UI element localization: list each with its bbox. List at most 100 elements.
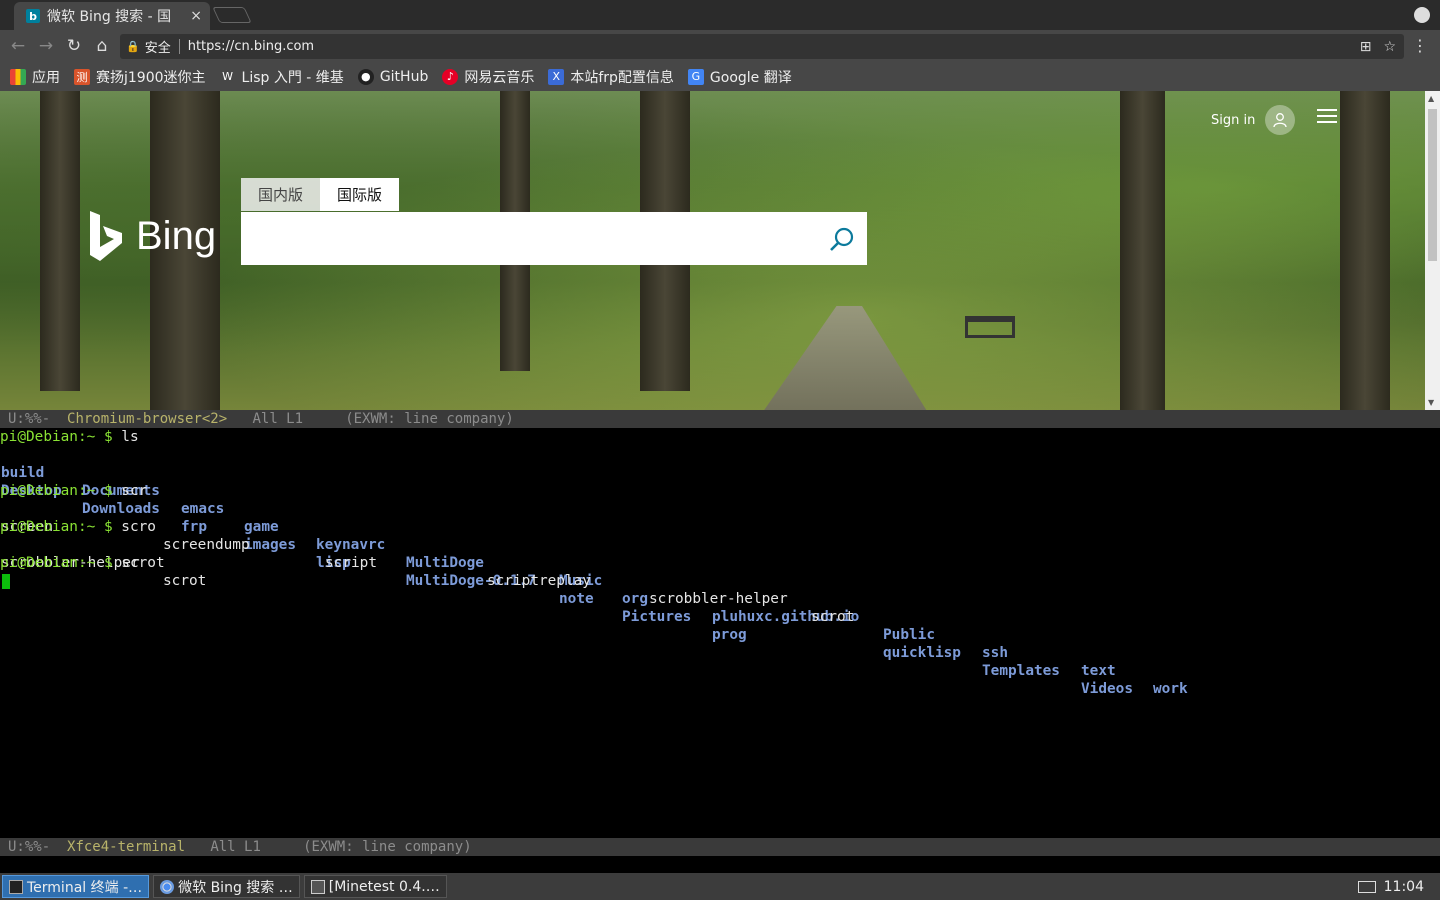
url-text[interactable]: https://cn.bing.com (188, 39, 314, 54)
scrollbar-thumb[interactable] (1428, 109, 1437, 261)
close-tab-icon[interactable]: × (190, 8, 202, 24)
scroll-up-icon[interactable]: ▲ (1428, 94, 1434, 103)
completion-row: scrobbler-helper scrot (0, 536, 1440, 589)
profile-icon[interactable] (1414, 7, 1430, 23)
bookmark-star-icon[interactable]: ☆ (1383, 39, 1396, 55)
taskbar-item-label: Terminal 终端 -… (27, 879, 143, 896)
bookmark-item[interactable]: W Lisp 入門 - 维基 (220, 67, 344, 87)
browser-tabstrip: b 微软 Bing 搜索 - 国 × (0, 0, 1440, 30)
hamburger-menu-icon[interactable] (1317, 105, 1337, 127)
bookmark-item[interactable]: G Google 翻译 (687, 67, 792, 87)
terminal-line: pi@Debian:~ $ ls (0, 428, 1440, 446)
bing-logo[interactable]: Bing (88, 211, 216, 261)
bookmark-item[interactable]: X 本站frp配置信息 (548, 67, 674, 87)
search-scope-tabs: 国内版 国际版 (241, 178, 400, 211)
shell-command: scro (121, 519, 156, 535)
bookmark-label: GitHub (379, 68, 429, 85)
modeline-buffer-name: Chromium-browser<2> (67, 411, 228, 427)
bing-b-icon (90, 211, 122, 261)
omnibox-separator (178, 39, 180, 54)
bookmark-apps[interactable]: 应用 (10, 67, 60, 87)
tab-title: 微软 Bing 搜索 - 国 (47, 9, 172, 25)
background-tree (40, 91, 80, 391)
clock[interactable]: 11:04 (1384, 879, 1424, 895)
terminal-line: pi@Debian:~ $ scrot (0, 554, 1440, 572)
new-tab-button[interactable] (212, 7, 252, 23)
ls-entry: org (622, 591, 648, 607)
modeline-status: U:%%- (8, 839, 51, 855)
bookmark-label: 网易云音乐 (464, 69, 535, 86)
bookmark-label: 赛扬j1900迷你主 (96, 69, 206, 86)
ls-output-row: Desktop Downloads frp images lisp MultiD… (0, 464, 1440, 697)
modeline-status: U:%%- (8, 411, 51, 427)
terminal-cursor (2, 574, 10, 589)
back-arrow-icon[interactable]: ← (4, 36, 32, 56)
ls-entry: text (1081, 663, 1116, 679)
page-scrollbar[interactable]: ▲ ▼ (1425, 91, 1440, 410)
ls-entry: Pictures (622, 609, 692, 625)
bing-homepage: Bing 国内版 国际版 Sign in (0, 91, 1425, 410)
site-favicon-icon: 测 (74, 68, 90, 85)
browser-tab-bing[interactable]: b 微软 Bing 搜索 - 国 × (14, 2, 210, 30)
window-icon (310, 879, 325, 894)
modeline-modes: (EXWM: line company) (303, 839, 472, 855)
modeline-modes: (EXWM: line company) (345, 411, 514, 427)
ls-entry: Templates (982, 663, 1060, 679)
ls-entry: prog (712, 627, 747, 643)
forward-arrow-icon[interactable]: → (32, 36, 60, 56)
search-input[interactable] (241, 212, 867, 265)
taskbar-item-terminal[interactable]: Terminal 终端 -… (2, 875, 150, 898)
completion-entry: scrobbler-helper (649, 591, 788, 607)
sign-in-label: Sign in (1211, 112, 1256, 128)
reload-icon[interactable]: ↻ (60, 36, 88, 56)
keyboard-layout-icon[interactable] (1358, 881, 1376, 893)
bookmark-item[interactable]: 测 赛扬j1900迷你主 (74, 67, 206, 87)
terminal-line: pi@Debian:~ $ scro (0, 518, 1440, 536)
wikipedia-icon: W (222, 70, 233, 83)
shell-command: scrot (121, 555, 165, 571)
bookmark-label: Lisp 入門 - 维基 (241, 69, 344, 86)
translate-icon[interactable]: ⊞ (1360, 39, 1372, 55)
emacs-minibuffer[interactable] (0, 856, 1440, 873)
bookmark-item[interactable]: ● GitHub (357, 68, 429, 85)
terminal-window[interactable]: pi@Debian:~ $ ls build Documents emacs g… (0, 428, 1440, 836)
park-bench (965, 316, 1015, 338)
taskbar-item-label: 微软 Bing 搜索 … (178, 879, 293, 896)
address-bar[interactable]: 🔒 安全 https://cn.bing.com ⊞ ☆ (120, 34, 1404, 59)
shell-prompt: pi@Debian:~ $ (0, 519, 122, 535)
emacs-modeline-terminal: U:%%- Xfce4-terminal All L1 (EXWM: line … (0, 838, 1440, 856)
ls-entry: quicklisp (883, 645, 961, 661)
terminal-line (0, 572, 1440, 590)
scope-tab-international[interactable]: 国际版 (320, 178, 400, 211)
user-avatar-icon[interactable] (1265, 105, 1296, 135)
google-translate-icon: G (687, 68, 704, 85)
shell-prompt: pi@Debian:~ $ (0, 483, 122, 499)
chromium-icon (160, 879, 175, 894)
shell-prompt: pi@Debian:~ $ (0, 429, 122, 445)
emacs-modeline-browser: U:%%- Chromium-browser<2> All L1 (EXWM: … (0, 410, 1440, 428)
bookmark-item[interactable]: ♪ 网易云音乐 (442, 67, 534, 87)
scope-tab-domestic[interactable]: 国内版 (241, 178, 321, 211)
taskbar: Terminal 终端 -… 微软 Bing 搜索 … [Minetest 0.… (0, 873, 1440, 900)
search-icon[interactable] (829, 226, 855, 252)
browser-menu-icon[interactable]: ⋮ (1412, 36, 1428, 55)
sign-in-link[interactable]: Sign in (1211, 105, 1296, 135)
scroll-down-icon[interactable]: ▼ (1428, 398, 1434, 407)
taskbar-item-chromium[interactable]: 微软 Bing 搜索 … (153, 875, 300, 898)
taskbar-item-label: [Minetest 0.4.… (328, 878, 440, 895)
bookmarks-bar: 应用 测 赛扬j1900迷你主 W Lisp 入門 - 维基 ● GitHub … (0, 62, 1440, 91)
shell-prompt: pi@Debian:~ $ (0, 555, 122, 571)
ls-entry: Videos (1081, 681, 1133, 697)
ls-entry: ssh (982, 645, 1008, 661)
ls-entry: Public (883, 627, 935, 643)
site-favicon-icon: X (548, 68, 565, 85)
background-tree (1340, 91, 1390, 410)
apps-grid-icon (10, 68, 26, 85)
bookmark-label: 应用 (32, 69, 60, 86)
home-icon[interactable]: ⌂ (88, 36, 116, 56)
completion-row: screen screendump script scriptreplay sc… (0, 500, 1440, 625)
bing-logo-text: Bing (136, 213, 217, 258)
completion-entry: scrot (811, 609, 855, 625)
shell-command: scr (121, 483, 148, 499)
taskbar-item-minetest[interactable]: [Minetest 0.4.… (303, 875, 447, 898)
